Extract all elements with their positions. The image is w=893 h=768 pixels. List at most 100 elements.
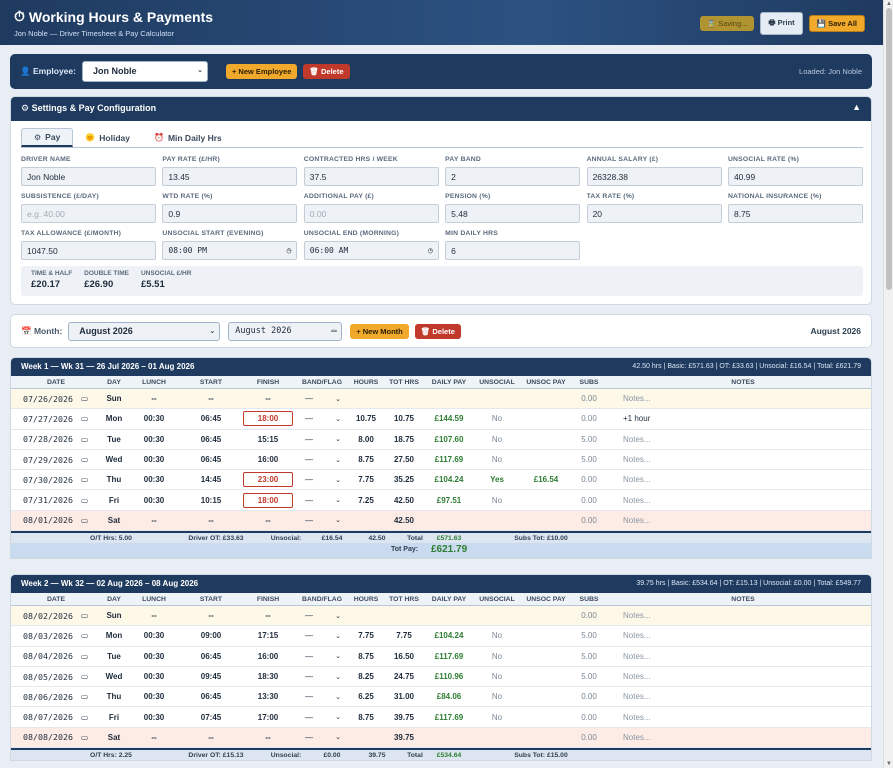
field-input[interactable]: 0.00 (303, 204, 439, 223)
band-flag-select[interactable]: — ⌄ (300, 730, 344, 744)
band-flag-select[interactable]: — ⌄ (300, 493, 344, 507)
band-flag-select[interactable]: — ⌄ (300, 629, 344, 643)
subs-cell[interactable]: 5.00 (575, 430, 603, 449)
scroll-up-icon[interactable]: ▲ (885, 0, 893, 8)
tab-min-daily-hrs[interactable]: ⏰ Min Daily Hrs (142, 128, 234, 147)
field-input[interactable]: 8.75 (727, 204, 863, 223)
scrollbar-thumb[interactable] (886, 8, 892, 290)
field-input[interactable]: 26328.38 (586, 167, 722, 186)
tab-pay[interactable]: ⚙ Pay (21, 128, 74, 147)
start-cell[interactable]: 06:45 (191, 430, 231, 449)
field-input[interactable]: 40.99 (727, 167, 863, 186)
notes-input[interactable]: Notes... (623, 490, 863, 509)
start-cell[interactable]: -- (191, 389, 231, 408)
lunch-cell[interactable]: 00:30 (134, 626, 174, 645)
lunch-cell[interactable]: 00:30 (134, 687, 174, 706)
scrollbar[interactable]: ▲ ▼ (883, 0, 893, 768)
field-input[interactable]: e.g. 40.00 (21, 204, 156, 223)
start-cell[interactable]: 06:45 (191, 647, 231, 666)
field-input[interactable]: 5.48 (445, 204, 581, 223)
calendar-icon[interactable]: ▭ (81, 435, 88, 444)
date-input[interactable]: 08/03/2026 ▭ (11, 626, 101, 645)
lunch-cell[interactable]: 00:30 (134, 707, 174, 726)
calendar-icon[interactable]: ▭ (81, 611, 88, 620)
finish-flagged[interactable]: 18:00 (243, 411, 293, 427)
field-input[interactable]: 13.45 (162, 167, 298, 186)
calendar-icon[interactable]: ▭ (81, 455, 88, 464)
subs-cell[interactable]: 0.00 (575, 728, 603, 747)
finish-cell[interactable]: -- (243, 728, 293, 747)
notes-input[interactable]: Notes... (623, 606, 863, 625)
field-input[interactable]: 06:00 AM ◷ (303, 241, 439, 260)
lunch-cell[interactable]: 00:30 (134, 430, 174, 449)
band-flag-select[interactable]: — ⌄ (300, 513, 344, 527)
clock-icon[interactable]: ◷ (428, 246, 433, 255)
band-flag-select[interactable]: — ⌄ (300, 432, 344, 446)
band-flag-select[interactable]: — ⌄ (300, 670, 344, 684)
notes-input[interactable]: Notes... (623, 389, 863, 408)
date-input[interactable]: 08/06/2026 ▭ (11, 687, 101, 706)
start-cell[interactable]: 14:45 (191, 470, 231, 489)
subs-cell[interactable]: 5.00 (575, 626, 603, 645)
subs-cell[interactable]: 0.00 (575, 389, 603, 408)
subs-cell[interactable]: 0.00 (575, 707, 603, 726)
field-input[interactable]: 08:00 PM ◷ (162, 241, 298, 260)
start-cell[interactable]: 09:00 (191, 626, 231, 645)
date-input[interactable]: 08/08/2026 ▭ (11, 728, 101, 747)
date-input[interactable]: 07/29/2026 ▭ (11, 450, 101, 469)
save-all-button[interactable]: 💾 Save All (808, 15, 865, 32)
field-input[interactable]: 37.5 (303, 167, 439, 186)
finish-cell[interactable]: 16:00 (243, 647, 293, 666)
lunch-cell[interactable]: 00:30 (134, 490, 174, 509)
start-cell[interactable]: 09:45 (191, 667, 231, 686)
date-input[interactable]: 07/30/2026 ▭ (11, 470, 101, 489)
subs-cell[interactable]: 0.00 (575, 490, 603, 509)
band-flag-select[interactable]: — ⌄ (300, 609, 344, 623)
start-cell[interactable]: 06:45 (191, 409, 231, 428)
finish-cell[interactable]: 13:30 (243, 687, 293, 706)
notes-input[interactable]: Notes... (623, 707, 863, 726)
notes-input[interactable]: Notes... (623, 626, 863, 645)
finish-cell[interactable]: 15:15 (243, 430, 293, 449)
calendar-icon[interactable]: ▭ (81, 713, 88, 722)
band-flag-select[interactable]: — ⌄ (300, 690, 344, 704)
notes-input[interactable]: Notes... (623, 667, 863, 686)
finish-cell[interactable]: -- (243, 389, 293, 408)
subs-cell[interactable]: 0.00 (575, 409, 603, 428)
subs-cell[interactable]: 0.00 (575, 687, 603, 706)
clock-icon[interactable]: ◷ (287, 246, 292, 255)
scroll-down-icon[interactable]: ▼ (885, 760, 893, 768)
lunch-cell[interactable]: -- (134, 389, 174, 408)
notes-input[interactable]: Notes... (623, 687, 863, 706)
subs-cell[interactable]: 0.00 (575, 511, 603, 530)
subs-cell[interactable]: 0.00 (575, 606, 603, 625)
start-cell[interactable]: 07:45 (191, 707, 231, 726)
finish-cell[interactable]: -- (243, 606, 293, 625)
lunch-cell[interactable]: -- (134, 606, 174, 625)
finish-cell[interactable]: 18:30 (243, 667, 293, 686)
notes-input[interactable]: Notes... (623, 511, 863, 530)
lunch-cell[interactable]: 00:30 (134, 667, 174, 686)
date-input[interactable]: 07/26/2026 ▭ (11, 389, 101, 408)
calendar-icon[interactable]: ▭ (81, 692, 88, 701)
start-cell[interactable]: -- (191, 606, 231, 625)
band-flag-select[interactable]: — ⌄ (300, 453, 344, 467)
lunch-cell[interactable]: 00:30 (134, 450, 174, 469)
lunch-cell[interactable]: 00:30 (134, 647, 174, 666)
calendar-icon[interactable]: ▭ (81, 631, 88, 640)
subs-cell[interactable]: 5.00 (575, 647, 603, 666)
band-flag-select[interactable]: — ⌄ (300, 710, 344, 724)
new-employee-button[interactable]: + New Employee (225, 64, 298, 79)
subs-cell[interactable]: 5.00 (575, 667, 603, 686)
finish-cell[interactable]: 16:00 (243, 450, 293, 469)
lunch-cell[interactable]: 00:30 (134, 470, 174, 489)
subs-cell[interactable]: 5.00 (575, 450, 603, 469)
finish-cell[interactable]: 23:00 (243, 470, 293, 489)
calendar-icon[interactable]: ▭ (81, 652, 88, 661)
field-input[interactable]: 0.9 (162, 204, 298, 223)
field-input[interactable]: 1047.50 (21, 241, 156, 260)
calendar-icon[interactable]: ▭ (81, 733, 88, 742)
lunch-cell[interactable]: -- (134, 728, 174, 747)
date-input[interactable]: 07/31/2026 ▭ (11, 490, 101, 509)
band-flag-select[interactable]: — ⌄ (300, 649, 344, 663)
